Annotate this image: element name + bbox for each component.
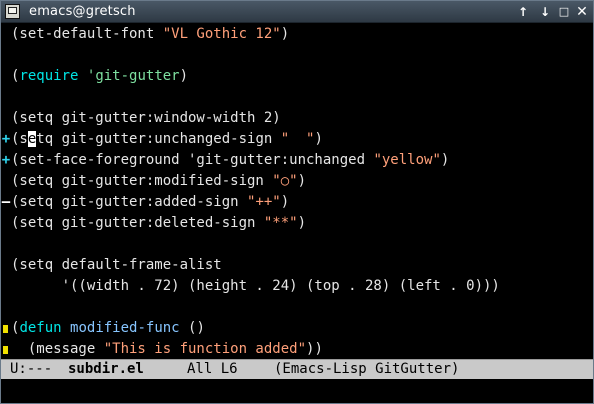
code-token: (s [11, 131, 28, 147]
editor-buffer[interactable]: (set-default-font "VL Gothic 12") (requir… [1, 23, 593, 359]
code-line[interactable]: '((width . 72) (height . 24) (top . 28) … [11, 276, 500, 297]
code-token-str: "VL Gothic 12" [162, 26, 281, 42]
arrow-down-icon[interactable]: ↓ [536, 3, 554, 21]
code-token-str: "**" [263, 215, 298, 231]
emacs-window: emacs@gretsch ↑ ↓ □ ✕ (set-default-font … [0, 0, 594, 404]
code-token-str: "○" [272, 173, 298, 189]
code-line[interactable]: (setq git-gutter:unchanged-sign " ") [11, 129, 323, 150]
minibuffer[interactable] [1, 379, 593, 403]
title-bar[interactable]: emacs@gretsch ↑ ↓ □ ✕ [1, 1, 593, 23]
gutter-modified-mark [3, 325, 8, 333]
code-token-str: " " [280, 131, 315, 147]
code-token: () [179, 320, 205, 336]
code-token: (setq git-gutter:added-sign [11, 194, 248, 210]
maximize-icon[interactable]: □ [555, 3, 573, 21]
code-token: (setq git-gutter:window-width 2) [11, 110, 281, 126]
code-line[interactable]: (setq git-gutter:window-width 2) [11, 108, 281, 129]
code-token: tq git-gutter:unchanged-sign [36, 131, 281, 147]
code-token: (message [11, 341, 104, 357]
code-line[interactable]: (set-face-foreground 'git-gutter:unchang… [11, 150, 449, 171]
emacs-window-icon[interactable] [5, 4, 20, 19]
code-line[interactable]: (message "This is function added")) [11, 339, 323, 360]
gutter-added-mark: + [1, 152, 11, 168]
code-token-kw: defun [19, 320, 62, 336]
arrow-up-icon[interactable]: ↑ [514, 3, 532, 21]
code-token: ) [314, 131, 323, 147]
code-token: (setq git-gutter:modified-sign [11, 173, 273, 189]
code-token: (set-default-font [11, 26, 163, 42]
code-token: (setq git-gutter:deleted-sign [11, 215, 264, 231]
close-icon[interactable]: ✕ [573, 3, 591, 21]
code-token: )) [306, 341, 323, 357]
gutter-added-mark: + [1, 131, 11, 147]
code-token: (set-face-foreground 'git-gutter:unchang… [11, 152, 374, 168]
code-line[interactable]: (setq git-gutter:deleted-sign "**") [11, 213, 306, 234]
code-token: ) [297, 173, 307, 189]
modeline-status: U:--- [10, 361, 53, 377]
code-token-const: 'git-gutter [86, 68, 180, 84]
code-token-str: "yellow" [373, 152, 441, 168]
code-line[interactable]: (set-default-font "VL Gothic 12") [11, 24, 289, 45]
code-token: '((width . 72) (height . 24) (top . 28) … [11, 278, 500, 294]
code-token: (setq default-frame-alist [11, 257, 222, 273]
modeline-modes[interactable]: (Emacs-Lisp GitGutter) [274, 360, 459, 379]
mode-line[interactable]: U:--- subdir.el All L6 (Emacs-Lisp GitGu… [1, 359, 593, 379]
code-token: ) [440, 152, 450, 168]
code-line[interactable]: (setq git-gutter:modified-sign "○") [11, 171, 306, 192]
code-line[interactable]: (defun modified-func () [11, 318, 205, 339]
code-token-fn: modified-func [70, 320, 180, 336]
code-token: ) [297, 215, 307, 231]
code-line[interactable]: (setq git-gutter:added-sign "++") [11, 192, 289, 213]
code-line[interactable]: (require 'git-gutter) [11, 66, 188, 87]
modeline-buffer-name[interactable]: subdir.el [68, 360, 144, 379]
code-token: ) [280, 194, 290, 210]
code-line[interactable]: (setq default-frame-alist [11, 255, 222, 276]
window-title: emacs@gretsch [29, 4, 136, 19]
modeline-position: All L6 [187, 361, 238, 377]
code-token: ) [179, 68, 189, 84]
code-token-str: "This is function added" [103, 341, 307, 357]
gutter-deleted-mark: — [1, 194, 11, 210]
code-token-str: "++" [247, 194, 281, 210]
code-token: ) [280, 26, 290, 42]
code-token-kw: require [19, 68, 79, 84]
gutter-modified-mark [3, 346, 8, 354]
